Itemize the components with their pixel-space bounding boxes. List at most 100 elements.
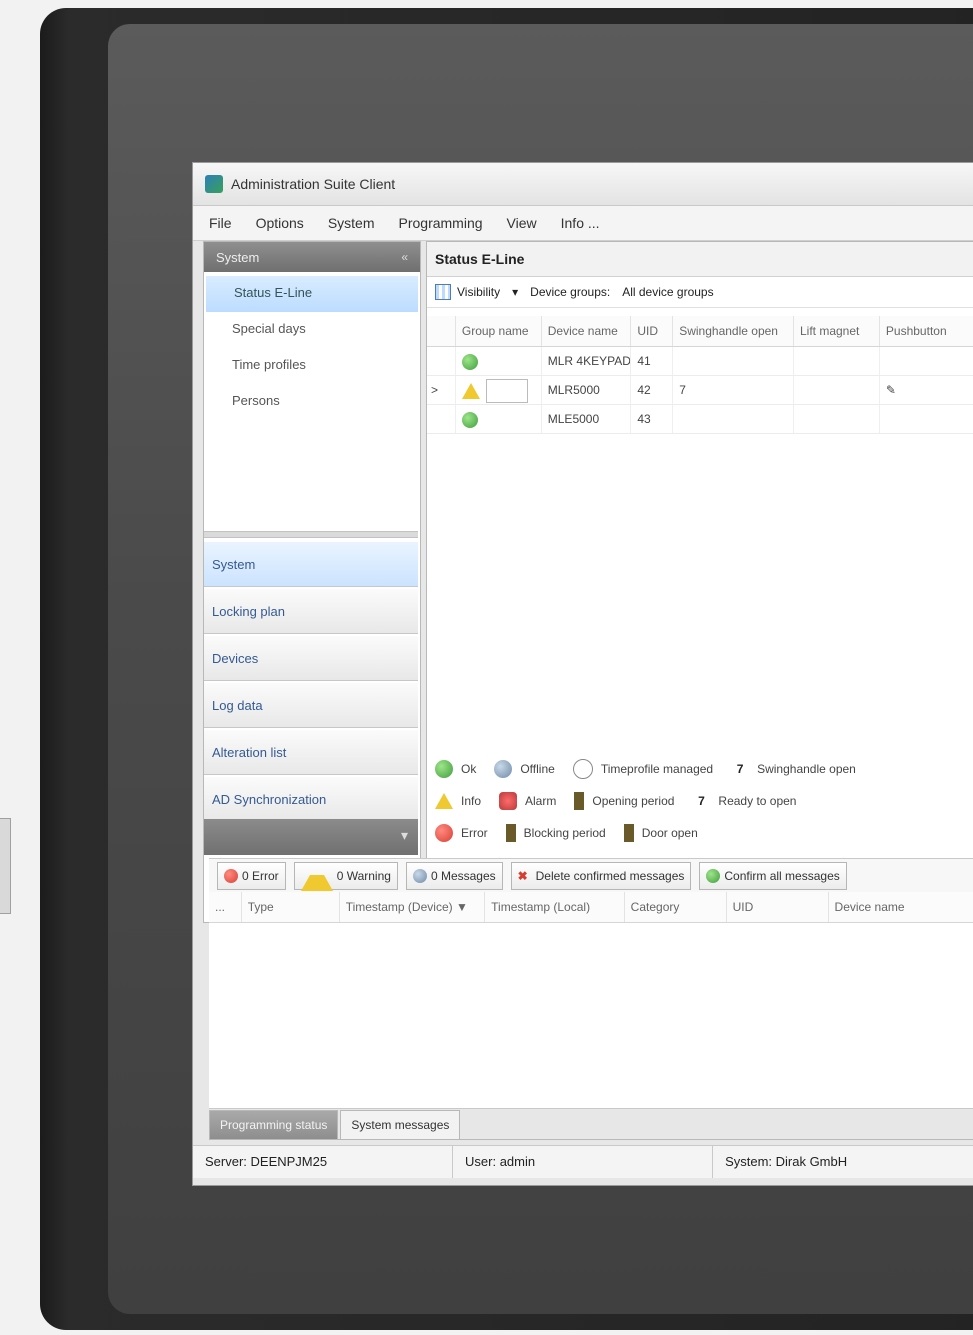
error-filter-button[interactable]: 0 Error (217, 862, 286, 890)
swinghandle-cell (673, 405, 794, 433)
lift-magnet-cell (794, 347, 880, 375)
menu-file[interactable]: File (209, 215, 232, 231)
confirm-all-messages-button[interactable]: Confirm all messages (699, 862, 847, 890)
status-bar: Server: DEENPJM25 User: admin System: Di… (193, 1145, 973, 1178)
left-panel-subitems: Status E-Line Special days Time profiles… (204, 272, 420, 424)
panel-splitter[interactable] (204, 531, 418, 538)
app-icon (205, 175, 223, 193)
device-name-cell: MLR5000 (542, 376, 632, 404)
subitem-time-profiles[interactable]: Time profiles (204, 348, 420, 384)
subitem-status-e-line[interactable]: Status E-Line (206, 276, 418, 312)
status-toolbar: Visibility ▾ Device groups: All device g… (427, 277, 973, 308)
menu-options[interactable]: Options (256, 215, 304, 231)
messages-table: ... Type Timestamp (Device) ▼ Timestamp … (209, 892, 973, 1109)
visibility-dropdown-icon[interactable]: ▾ (512, 285, 518, 299)
row-expander-cell (427, 405, 456, 433)
column-more[interactable]: ... (209, 892, 242, 922)
server-status: Server: DEENPJM25 (193, 1146, 454, 1178)
legend-row-2: Info Alarm Opening period 7 Ready to open (427, 785, 973, 817)
table-row[interactable]: > MLR5000 42 7 ✎ (427, 376, 973, 405)
ok-icon (435, 760, 453, 778)
column-device-name[interactable]: Device name (542, 316, 632, 346)
legend-ready-to-open: 7 Ready to open (692, 792, 796, 810)
table-row[interactable]: MLE5000 43 (427, 405, 973, 434)
tab-system-messages[interactable]: System messages (340, 1110, 461, 1139)
alarm-icon (499, 792, 518, 810)
nav-ad-synchronization[interactable]: AD Synchronization (204, 777, 418, 822)
legend-info: Info (435, 792, 481, 810)
collapse-panel-icon[interactable]: « (401, 250, 408, 264)
column-category[interactable]: Category (625, 892, 727, 922)
legend-row-3: Error Blocking period Door open (427, 817, 973, 849)
column-pushbutton[interactable]: Pushbutton (880, 316, 973, 346)
tab-programming-status[interactable]: Programming status (209, 1110, 339, 1139)
group-cell (456, 347, 542, 375)
expand-column-header (427, 316, 456, 346)
blocking-period-icon (505, 824, 516, 842)
column-timestamp-local[interactable]: Timestamp (Local) (485, 892, 625, 922)
column-uid[interactable]: UID (727, 892, 829, 922)
delete-confirmed-messages-button[interactable]: ✖ Delete confirmed messages (510, 862, 692, 890)
swinghandle-icon: 7 (736, 762, 744, 776)
uid-cell: 41 (631, 347, 674, 375)
column-type[interactable]: Type (242, 892, 340, 922)
uid-cell: 43 (631, 405, 674, 433)
column-device-name[interactable]: Device name (829, 892, 973, 922)
legend-alarm: Alarm (499, 792, 556, 810)
group-cell (456, 376, 542, 404)
warning-filter-button[interactable]: 0 Warning (293, 861, 398, 891)
visibility-grid-icon (435, 284, 451, 300)
chevron-down-icon[interactable]: ▾ (401, 827, 408, 844)
column-lift-magnet[interactable]: Lift magnet (794, 316, 880, 346)
menu-system[interactable]: System (328, 215, 375, 231)
bottom-tabs: Programming status System messages (209, 1109, 973, 1140)
left-panel-header: System « (204, 242, 420, 272)
confirm-icon (706, 869, 721, 883)
left-navigation-panel: System « Status E-Line Special days Time… (203, 241, 421, 923)
column-timestamp-device[interactable]: Timestamp (Device) ▼ (340, 892, 486, 922)
menu-view[interactable]: View (507, 215, 537, 231)
system-status: System: Dirak GmbH (725, 1154, 848, 1169)
visibility-button[interactable]: Visibility (457, 285, 500, 299)
window-title: Administration Suite Client (231, 176, 396, 192)
ok-status-icon (461, 411, 478, 428)
column-group-name[interactable]: Group name (456, 316, 542, 346)
device-name-cell: MLE5000 (542, 405, 632, 433)
pushbutton-cell: ✎ (880, 376, 973, 404)
warning-icon (300, 861, 333, 891)
subitem-persons[interactable]: Persons (204, 384, 420, 420)
menu-info[interactable]: Info ... (561, 215, 600, 231)
column-uid[interactable]: UID (631, 316, 674, 346)
user-status: User: admin (453, 1146, 714, 1178)
table-row[interactable]: MLR 4KEYPAD 41 (427, 347, 973, 376)
nav-system[interactable]: System (204, 542, 418, 587)
pushbutton-cell (880, 347, 973, 375)
group-cell (456, 405, 542, 433)
messages-filter-button[interactable]: 0 Messages (405, 862, 503, 890)
nav-alteration-list[interactable]: Alteration list (204, 730, 418, 775)
opening-period-icon (574, 792, 585, 810)
menu-programming[interactable]: Programming (399, 215, 483, 231)
side-hardware-button (0, 818, 11, 914)
legend-error: Error (435, 824, 488, 842)
legend-offline: Offline (494, 760, 555, 778)
subitem-special-days[interactable]: Special days (204, 312, 420, 348)
offline-icon (494, 760, 513, 778)
delete-icon: ✖ (517, 869, 528, 883)
ok-status-icon (461, 353, 478, 370)
legend-timeprofile-managed: Timeprofile managed (572, 759, 713, 779)
warning-triangle-icon (435, 793, 453, 809)
device-groups-dropdown[interactable]: All device groups (622, 285, 713, 299)
nav-footer: ▾ (204, 819, 418, 855)
legend-opening-period: Opening period (574, 792, 674, 810)
nav-log-data[interactable]: Log data (204, 683, 418, 728)
nav-devices[interactable]: Devices (204, 636, 418, 681)
nav-locking-plan[interactable]: Locking plan (204, 589, 418, 634)
ready-to-open-icon: 7 (698, 794, 705, 808)
column-swinghandle-open[interactable]: Swinghandle open (673, 316, 794, 346)
messages-toolbar: 0 Error 0 Warning 0 Messages ✖ Delete con… (209, 858, 973, 894)
warning-icon (435, 792, 453, 810)
group-name-input[interactable] (485, 378, 528, 403)
error-icon (224, 869, 238, 883)
row-expander-cell[interactable]: > (427, 376, 456, 404)
